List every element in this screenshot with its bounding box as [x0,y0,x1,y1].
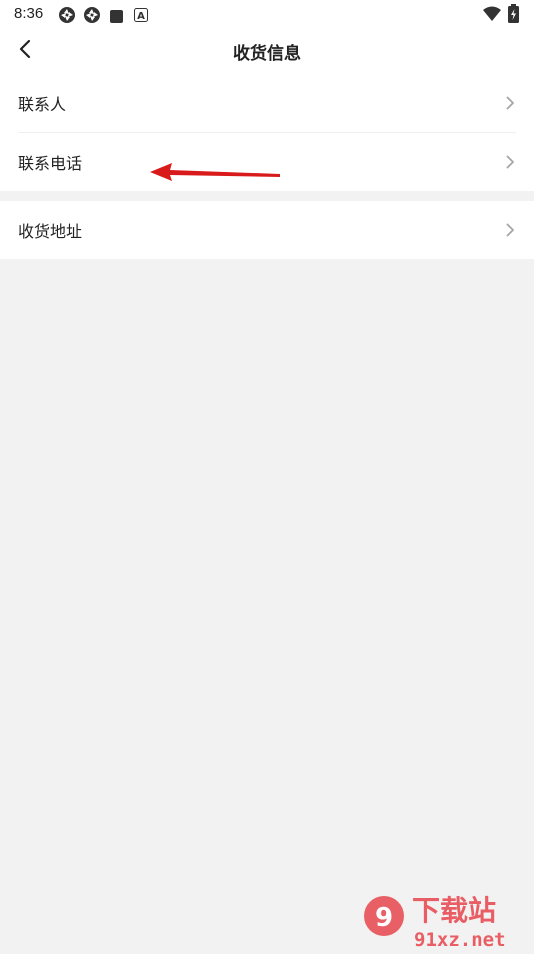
contact-name-item[interactable]: 联系人 [18,74,516,133]
status-bar: 8:36 A [0,0,534,28]
wifi-icon [483,6,501,25]
row-label: 联系人 [18,95,67,114]
font-a-icon: A [134,7,148,26]
app-icon-2 [83,6,101,28]
header: 收货信息 [0,28,534,74]
app-icon-1 [58,6,76,28]
chevron-right-icon [504,223,516,237]
watermark-logo: 9 下载站 91xz.net [362,886,534,954]
row-label: 收货地址 [18,222,83,241]
chevron-right-icon [504,155,516,169]
annotation-arrow-icon [148,160,283,188]
battery-charging-icon [508,4,519,27]
row-label: 联系电话 [18,154,83,173]
page-title: 收货信息 [233,44,301,64]
svg-text:A: A [137,11,145,22]
svg-text:91xz.net: 91xz.net [414,929,506,950]
status-time: 8:36 [14,5,44,22]
address-group: 收货地址 [0,201,534,259]
svg-text:9: 9 [375,903,393,933]
square-icon [110,8,123,27]
chevron-right-icon [504,96,516,110]
svg-text:下载站: 下载站 [412,894,496,927]
shipping-address-item[interactable]: 收货地址 [18,201,516,259]
